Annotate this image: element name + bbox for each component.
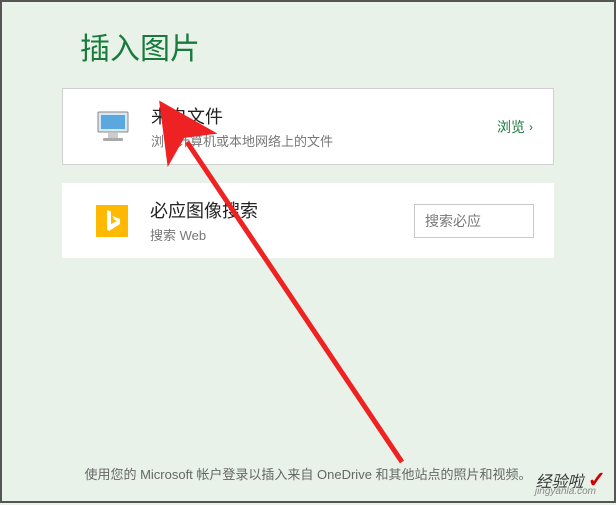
bing-text: 必应图像搜索 搜索 Web — [150, 197, 414, 244]
from-file-option[interactable]: 来自文件 浏览计算机或本地网络上的文件 浏览 › — [62, 88, 554, 165]
computer-icon — [93, 107, 133, 147]
from-file-text: 来自文件 浏览计算机或本地网络上的文件 — [151, 103, 497, 150]
from-file-desc: 浏览计算机或本地网络上的文件 — [151, 131, 497, 150]
watermark: 经验啦 ✓ jingyanla.com — [536, 467, 606, 493]
bing-search-input[interactable]: 搜索必应 — [414, 204, 534, 238]
browse-link[interactable]: 浏览 › — [497, 117, 533, 137]
bing-search-option[interactable]: 必应图像搜索 搜索 Web 搜索必应 — [62, 183, 554, 258]
footer-signin-text: 使用您的 Microsoft 帐户登录以插入来自 OneDrive 和其他站点的… — [2, 464, 614, 483]
chevron-right-icon: › — [529, 120, 533, 134]
watermark-site: jingyanla.com — [535, 486, 596, 497]
page-title: 插入图片 — [2, 2, 614, 88]
from-file-title: 来自文件 — [151, 103, 497, 129]
browse-label: 浏览 — [497, 117, 525, 137]
bing-title: 必应图像搜索 — [150, 197, 414, 223]
bing-desc: 搜索 Web — [150, 225, 414, 244]
bing-icon — [92, 201, 132, 241]
